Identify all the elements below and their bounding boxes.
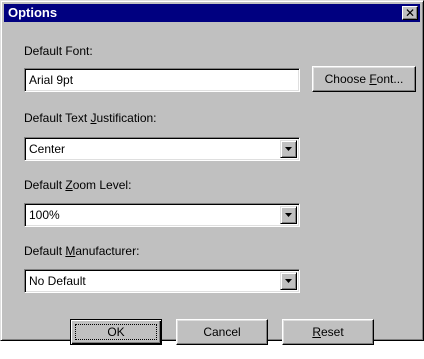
reset-label: Reset xyxy=(312,325,344,339)
reset-button[interactable]: Reset xyxy=(282,319,374,345)
title-bar[interactable]: Options ✕ xyxy=(4,4,420,22)
ok-button[interactable]: OK xyxy=(70,319,162,345)
zoom-label: Default Zoom Level: xyxy=(24,178,132,192)
chevron-down-icon xyxy=(285,213,292,217)
cancel-button[interactable]: Cancel xyxy=(176,319,268,345)
justification-label: Default Text Justification: xyxy=(24,111,157,125)
justification-value: Center xyxy=(29,142,66,156)
options-dialog: Options ✕ Default Font: Arial 9pt Choose… xyxy=(0,0,424,345)
default-font-label: Default Font: xyxy=(24,44,93,58)
default-font-value: Arial 9pt xyxy=(29,73,74,87)
zoom-value: 100% xyxy=(29,208,60,222)
manufacturer-label: Default Manufacturer: xyxy=(24,244,140,258)
chevron-down-icon xyxy=(285,147,292,151)
cancel-label: Cancel xyxy=(203,325,241,339)
zoom-dropdown-button[interactable] xyxy=(280,206,297,224)
close-icon: ✕ xyxy=(404,6,416,20)
choose-font-label: Choose Font... xyxy=(324,72,404,86)
manufacturer-dropdown-button[interactable] xyxy=(280,272,297,290)
choose-font-button[interactable]: Choose Font... xyxy=(312,66,416,92)
zoom-select[interactable]: 100% xyxy=(24,203,300,227)
justification-select[interactable]: Center xyxy=(24,137,300,161)
manufacturer-select[interactable]: No Default xyxy=(24,269,300,293)
justification-dropdown-button[interactable] xyxy=(280,140,297,158)
manufacturer-value: No Default xyxy=(29,274,86,288)
default-font-field[interactable]: Arial 9pt xyxy=(24,68,300,92)
window-title: Options xyxy=(8,5,58,20)
close-button[interactable]: ✕ xyxy=(402,6,418,20)
chevron-down-icon xyxy=(285,279,292,283)
ok-label: OK xyxy=(107,325,125,339)
